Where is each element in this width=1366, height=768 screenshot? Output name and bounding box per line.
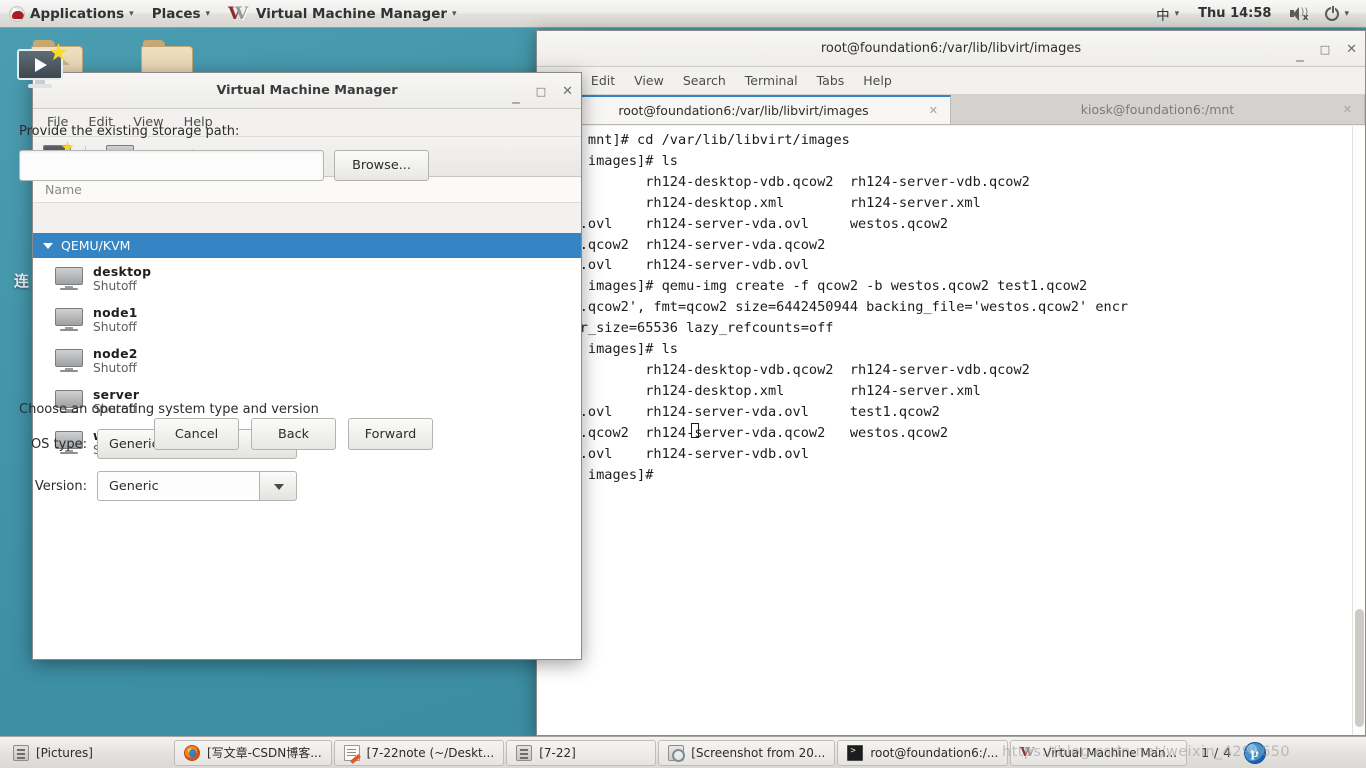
close-icon[interactable]: ✕ [1346, 43, 1357, 56]
taskbar-item-label: [7-22] [539, 745, 576, 760]
top-panel-status-area: 中 ▾ Thu 14:58 )) x ▾ [1147, 0, 1366, 27]
taskbar: [Pictures] [写文章-CSDN博客... [7-22note (~/D… [0, 736, 1366, 768]
input-method-label: 中 [1156, 7, 1170, 24]
terminal-icon [847, 744, 864, 761]
menu-help[interactable]: Help [863, 73, 892, 88]
chevron-down-icon: ▾ [205, 8, 211, 19]
applications-menu-label: Applications [30, 5, 125, 22]
chevron-down-icon [274, 484, 284, 490]
close-icon[interactable]: ✕ [562, 85, 573, 98]
active-app-menu[interactable]: VV Virtual Machine Manager ▾ [219, 0, 466, 27]
cancel-button[interactable]: Cancel [154, 418, 239, 450]
new-vm-dialog-actions: Cancel Back Forward [154, 418, 433, 450]
minimize-icon[interactable]: _ [1296, 45, 1304, 61]
taskbar-item-terminal[interactable]: root@foundation6:/... [837, 739, 1009, 766]
menu-terminal[interactable]: Terminal [745, 73, 798, 88]
os-section-label: Choose an operating system type and vers… [19, 402, 319, 417]
terminal-title: root@foundation6:/var/lib/libvirt/images [820, 41, 1082, 56]
terminal-output-text: ion6 mnt]# cd /var/lib/libvirt/images io… [547, 132, 1129, 483]
maximize-icon[interactable]: □ [1320, 44, 1330, 55]
version-input[interactable]: Generic [97, 471, 259, 501]
close-icon[interactable]: ✕ [1343, 103, 1352, 116]
terminal-window-buttons: _ □ ✕ [1296, 31, 1357, 67]
text-editor-icon [343, 744, 360, 761]
storage-path-label: Provide the existing storage path: [19, 124, 240, 139]
new-vm-header-icon [17, 43, 68, 89]
chevron-down-icon: ▾ [1174, 8, 1180, 19]
chevron-down-icon: ▾ [452, 8, 457, 19]
taskbar-item-label: root@foundation6:/... [870, 745, 999, 760]
taskbar-item-browser[interactable]: [写文章-CSDN博客... [174, 739, 332, 766]
applications-menu[interactable]: Applications ▾ [0, 0, 143, 27]
terminal-menubar: File Edit View Search Terminal Tabs Help [537, 67, 1365, 95]
taskbar-item-pictures[interactable]: [Pictures] [4, 740, 172, 766]
new-vm-dialog-body: Provide the existing storage path: Brows… [1, 102, 447, 501]
vmm-title: Virtual Machine Manager [216, 83, 398, 98]
volume-muted-icon[interactable]: )) x [1281, 0, 1316, 27]
version-label: Version: [34, 478, 87, 494]
menu-view[interactable]: View [634, 73, 664, 88]
taskbar-item-label: Virtual Machine Man... [1043, 745, 1178, 760]
image-viewer-icon [668, 744, 686, 762]
terminal-tab-root[interactable]: root@foundation6:/var/lib/libvirt/images… [537, 95, 951, 124]
terminal-scrollbar-thumb[interactable] [1355, 609, 1364, 727]
terminal-scrollbar[interactable] [1352, 126, 1365, 735]
vmm-window-buttons: _ □ ✕ [512, 73, 573, 109]
back-button[interactable]: Back [251, 418, 336, 450]
power-menu[interactable]: ▾ [1316, 0, 1358, 27]
taskbar-item-label: [7-22note (~/Deskt... [366, 745, 495, 760]
speaker-muted-icon: )) x [1290, 6, 1308, 23]
taskbar-item-label: [Pictures] [36, 745, 93, 760]
active-app-menu-label: Virtual Machine Manager [256, 5, 448, 22]
power-icon [1325, 5, 1340, 21]
chevron-down-icon: ▾ [1344, 8, 1349, 19]
menu-search[interactable]: Search [683, 73, 726, 88]
storage-path-row: Browse... [19, 150, 429, 181]
input-method-indicator[interactable]: 中 ▾ [1147, 0, 1188, 27]
terminal-cursor [691, 421, 699, 440]
files-icon [516, 744, 533, 761]
vmm-icon: VV [1020, 744, 1035, 759]
version-row: Version: Generic [19, 471, 431, 501]
terminal-tab-label: root@foundation6:/var/lib/libvirt/images [618, 103, 869, 118]
desktop-screen: Applications ▾ Places ▾ VV Virtual Machi… [0, 0, 1366, 768]
firefox-icon [184, 744, 200, 761]
close-icon[interactable]: ✕ [929, 104, 938, 117]
taskbar-item-vmm[interactable]: VV Virtual Machine Man... [1010, 739, 1188, 766]
terminal-tabbar: root@foundation6:/var/lib/libvirt/images… [537, 95, 1365, 125]
places-menu[interactable]: Places ▾ [143, 0, 219, 27]
storage-path-input[interactable] [19, 150, 324, 181]
os-section: Choose an operating system type and vers… [19, 402, 431, 501]
taskbar-item-screenshot[interactable]: [Screenshot from 20... [658, 739, 836, 766]
menu-tabs[interactable]: Tabs [817, 73, 845, 88]
terminal-output-area[interactable]: ion6 mnt]# cd /var/lib/libvirt/images io… [537, 126, 1365, 735]
os-type-value: Generic [109, 436, 159, 452]
os-type-label: OS type: [30, 436, 87, 452]
terminal-titlebar[interactable]: root@foundation6:/var/lib/libvirt/images… [537, 31, 1365, 67]
files-icon [13, 744, 29, 761]
chevron-down-icon: ▾ [129, 8, 134, 19]
terminal-window[interactable]: root@foundation6:/var/lib/libvirt/images… [536, 30, 1366, 736]
maximize-icon[interactable]: □ [536, 86, 546, 97]
taskbar-item-7-22[interactable]: [7-22] [506, 739, 657, 766]
redhat-logo-icon [9, 5, 25, 22]
tray-icon[interactable]: p [1243, 741, 1266, 764]
browse-button[interactable]: Browse... [334, 150, 429, 181]
version-value: Generic [109, 478, 159, 494]
minimize-icon[interactable]: _ [512, 87, 520, 103]
workspace-indicator[interactable]: 1 / 4 [1193, 745, 1240, 760]
forward-button[interactable]: Forward [348, 418, 433, 450]
taskbar-item-label: [Screenshot from 20... [691, 745, 826, 760]
places-menu-label: Places [151, 5, 201, 22]
taskbar-item-label: [写文章-CSDN博客... [207, 746, 322, 760]
version-dropdown-button[interactable] [259, 471, 297, 501]
clock[interactable]: Thu 14:58 [1188, 6, 1281, 21]
menu-edit[interactable]: Edit [591, 73, 615, 88]
taskbar-item-note[interactable]: [7-22note (~/Deskt... [333, 739, 505, 766]
terminal-tab-label: kiosk@foundation6:/mnt [1080, 102, 1235, 117]
terminal-tab-kiosk[interactable]: kiosk@foundation6:/mnt ✕ [951, 95, 1365, 124]
vmm-logo-icon: VV [228, 3, 249, 24]
top-panel: Applications ▾ Places ▾ VV Virtual Machi… [0, 0, 1366, 28]
